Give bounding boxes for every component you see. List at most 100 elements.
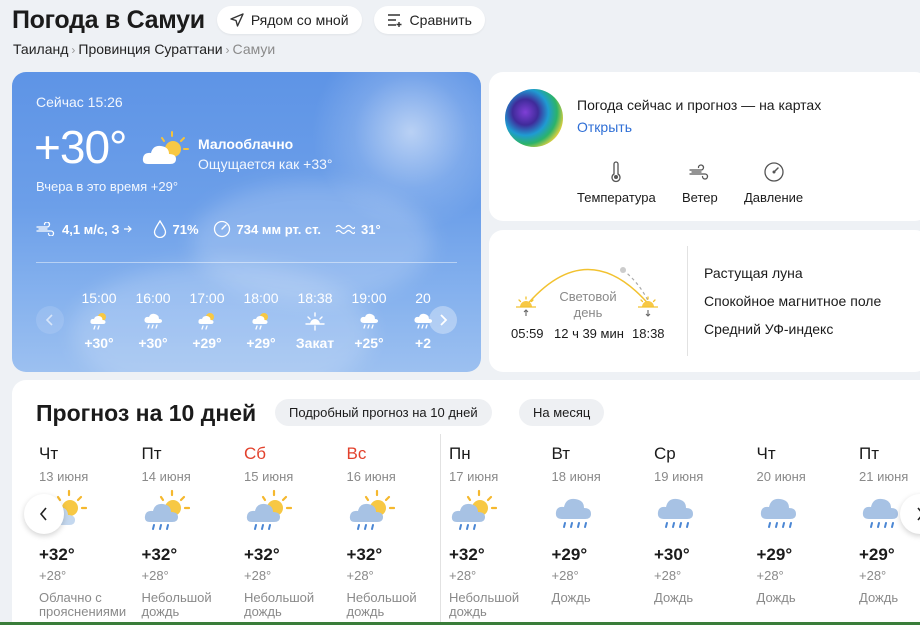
partly-cloudy-icon [140,130,190,175]
compare-button[interactable]: Сравнить [373,6,485,34]
map-layer-label: Ветер [682,190,718,205]
hour-temp: +30° [138,335,168,351]
day-min-temp: +28° [39,568,67,583]
day-date: 18 июня [551,469,601,484]
hourly-item[interactable]: 18:38 Закат [288,290,342,351]
day-name: Сб [244,444,267,463]
water-temp-value: 31° [360,221,381,237]
forecast-day[interactable]: Вт 18 июня +29° +28° Дождь [552,444,652,605]
hourly-next-button[interactable] [429,306,457,334]
forecast-day[interactable]: Чт 20 июня +29° +28° Дождь [757,444,857,605]
compare-label: Сравнить [409,12,472,28]
map-thumbnail[interactable] [505,89,563,147]
maps-card[interactable]: Погода сейчас и прогноз — на картах Откр… [489,72,920,221]
sunset-icon [288,310,342,332]
day-max-temp: +29° [859,545,895,564]
cloud-rain-icon [654,489,754,533]
day-date: 15 июня [244,469,294,484]
hourly-item[interactable]: 15:00 +30° [72,290,126,351]
divider [687,246,688,356]
wind-value: 4,1 м/с, З [62,221,120,237]
day-condition: Дождь [654,590,694,605]
day-max-temp: +32° [244,545,280,564]
day-name: Пн [449,444,471,463]
chevron-left-icon [39,507,47,521]
day-min-temp: +28° [141,568,169,583]
hour-time: 20 [415,290,431,306]
hourly-item[interactable]: 20 +2 [396,290,432,351]
day-length: 12 ч 39 мин [554,326,624,341]
compare-list-icon [387,14,402,27]
humidity-stat: 71% [153,220,199,238]
month-forecast-button[interactable]: На месяц [519,399,605,426]
day-date: 17 июня [449,469,499,484]
day-name: Чт [756,444,776,463]
day-date: 14 июня [141,469,191,484]
day-max-temp: +32° [449,545,485,564]
current-weather-card[interactable]: Сейчас 15:26 +30° Малооблачно Ощущается … [12,72,481,372]
sunrise-time: 05:59 [511,326,544,341]
location-arrow-icon [230,13,244,27]
hour-temp: +25° [354,335,384,351]
forecast-day[interactable]: Сб 15 июня +32° +28° Небольшой дождь [244,444,344,619]
breadcrumb: Таиланд › Провинция Сураттани › Самуи [13,41,275,57]
hourly-item[interactable]: 18:00 +29° [234,290,288,351]
pressure-gauge-icon [744,160,803,184]
day-max-temp: +29° [551,545,588,564]
cloud-rain-icon [552,489,652,533]
nearby-button[interactable]: Рядом со мной [216,6,362,34]
sunset-icon [637,296,659,323]
breadcrumb-country[interactable]: Таиланд [13,41,68,57]
day-name: Вт [551,444,571,463]
map-layer-wind[interactable]: Ветер [682,160,718,205]
partly-cloudy-rain-icon [142,489,242,533]
day-min-temp: +28° [449,568,477,583]
hourly-item[interactable]: 17:00 +29° [180,290,234,351]
maps-title: Погода сейчас и прогноз — на картах [577,97,822,113]
wind-icon [682,160,718,184]
day-condition: Дождь [756,590,796,605]
map-layer-pressure[interactable]: Давление [744,160,803,205]
hour-temp: +29° [246,335,276,351]
hour-temp: Закат [295,335,335,351]
hourly-forecast: 15:00 +30° 16:00 +30° 17:00 +29° 18:00 +… [72,290,432,351]
map-layer-temperature[interactable]: Температура [577,160,656,205]
wind-direction-icon [123,225,132,233]
map-layer-label: Температура [577,190,656,205]
day-date: 20 июня [756,469,806,484]
pressure-stat: 734 мм рт. ст. [213,220,321,238]
hourly-prev-button[interactable] [36,306,64,334]
forecast-day[interactable]: Вс 16 июня +32° +28° Небольшой дождь [347,444,447,619]
hourly-item[interactable]: 19:00 +25° [342,290,396,351]
day-date: 19 июня [654,469,704,484]
forecast-day[interactable]: Пт 14 июня +32° +28° Небольшой дождь [142,444,242,619]
pressure-value: 734 мм рт. ст. [236,221,321,237]
forecast-title: Прогноз на 10 дней [36,400,257,426]
maps-open-link[interactable]: Открыть [577,119,632,135]
nearby-label: Рядом со мной [250,12,349,28]
day-min-temp: +28° [654,568,682,583]
detailed-forecast-button[interactable]: Подробный прогноз на 10 дней [275,399,492,426]
map-layer-label: Давление [744,190,804,205]
forecast-prev-button[interactable] [24,494,64,534]
forecast-day[interactable]: Ср 19 июня +30° +28° Дождь [654,444,754,605]
forecast-day[interactable]: Чт 13 июня +32° +28° Облачно с прояснениями [39,444,139,619]
day-condition: Дождь [859,590,899,605]
hour-time: 16:00 [135,290,171,306]
day-min-temp: +28° [756,568,784,583]
forecast-day[interactable]: Пн 17 июня +32° +28° Небольшой дождь [449,444,549,619]
breadcrumb-province[interactable]: Провинция Сураттани [78,41,222,57]
partly-cloudy-rain-icon [234,310,288,332]
yesterday-temperature: Вчера в это время +29° [36,179,179,194]
current-condition: Малооблачно [198,136,294,152]
day-date: 21 июня [859,469,909,484]
water-temp-stat: 31° [335,222,381,237]
hour-temp: +2 [415,335,431,351]
day-condition: Небольшой дождь [141,590,212,619]
day-max-temp: +32° [141,545,178,564]
humidity-drop-icon [153,220,166,238]
hourly-item[interactable]: 16:00 +30° [126,290,180,351]
sunrise-icon [515,296,537,323]
page-title: Погода в Самуи [12,5,205,34]
chevron-left-icon [45,314,53,326]
